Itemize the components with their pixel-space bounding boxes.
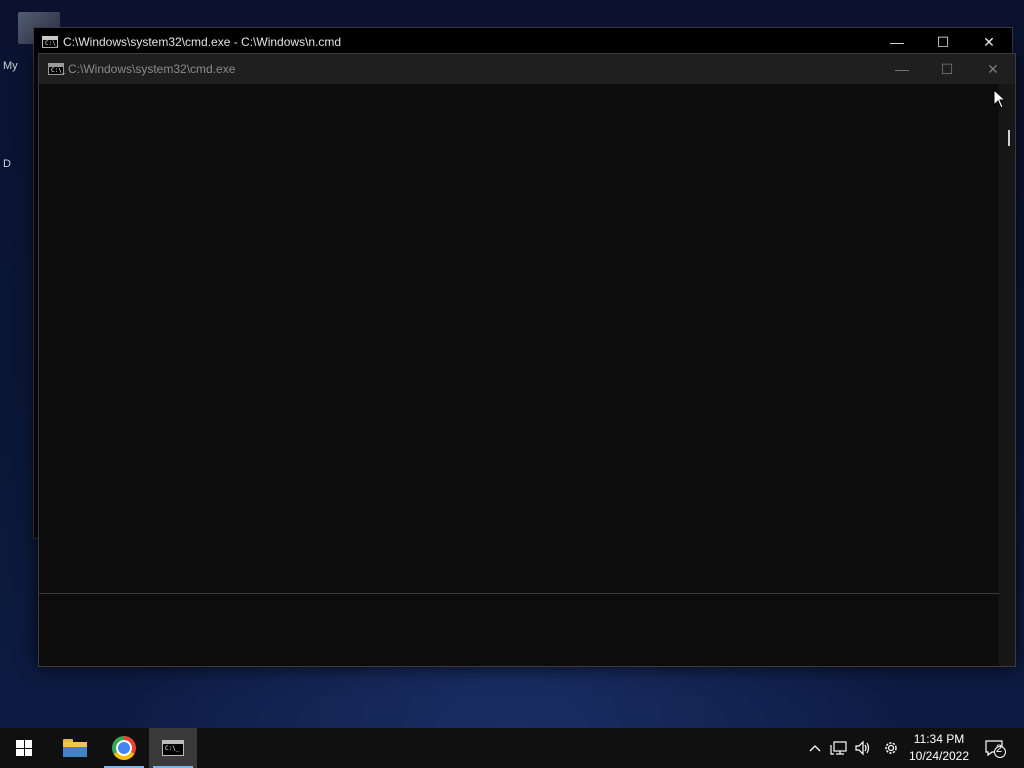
console-output[interactable] <box>39 84 999 666</box>
mouse-cursor-icon <box>993 89 1007 109</box>
cmd-icon: C:\_ <box>42 36 59 48</box>
volume-icon <box>855 740 870 756</box>
notification-icon <box>985 740 1006 758</box>
network-button[interactable] <box>828 728 850 768</box>
chevron-up-icon <box>809 745 821 752</box>
vertical-scrollbar[interactable] <box>999 84 1015 666</box>
taskbar-chrome[interactable] <box>100 728 148 768</box>
cmd-window-front[interactable]: C:\_ C:\Windows\system32\cmd.exe — ☐ ✕ <box>38 53 1016 667</box>
taskbar-file-explorer[interactable] <box>51 728 99 768</box>
scrollbar-thumb[interactable] <box>1008 130 1010 146</box>
close-button[interactable]: ✕ <box>966 28 1012 56</box>
volume-button[interactable] <box>852 728 874 768</box>
window-title: C:\Windows\system32\cmd.exe <box>68 62 236 76</box>
clock-date: 10/24/2022 <box>908 749 970 763</box>
windows-logo-icon <box>16 740 32 756</box>
notification-count: 2 <box>996 743 1003 755</box>
minimize-button[interactable]: — <box>879 54 925 84</box>
cmd-icon: C:\_ <box>48 63 65 75</box>
maximize-button[interactable]: ☐ <box>920 28 966 56</box>
desktop-icon-label: D <box>3 158 11 170</box>
clock-time: 11:34 PM <box>913 732 965 746</box>
window-title: C:\Windows\system32\cmd.exe - C:\Windows… <box>63 35 342 49</box>
start-button[interactable] <box>0 728 48 768</box>
network-icon <box>830 741 847 755</box>
command-prompt-icon: C:\_ <box>162 740 184 756</box>
taskbar: C:\_ 11:34 PM 10/24/2022 2 <box>0 728 1024 768</box>
close-button[interactable]: ✕ <box>970 54 1016 84</box>
gear-icon <box>885 742 897 754</box>
console-divider <box>39 593 999 594</box>
maximize-button[interactable]: ☐ <box>924 54 970 84</box>
title-bar[interactable]: C:\_ C:\Windows\system32\cmd.exe — ☐ ✕ <box>39 54 1015 84</box>
action-center-button[interactable]: 2 <box>980 728 1010 768</box>
settings-button[interactable] <box>879 728 903 768</box>
show-hidden-icons-button[interactable] <box>804 728 826 768</box>
minimize-button[interactable]: — <box>874 28 920 56</box>
taskbar-clock[interactable]: 11:34 PM 10/24/2022 <box>904 730 974 766</box>
desktop-icon-label: My <box>3 60 18 72</box>
folder-icon <box>63 739 87 757</box>
taskbar-command-prompt[interactable]: C:\_ <box>149 728 197 768</box>
chrome-icon <box>112 736 136 760</box>
title-bar[interactable]: C:\_ C:\Windows\system32\cmd.exe - C:\Wi… <box>34 28 1012 56</box>
